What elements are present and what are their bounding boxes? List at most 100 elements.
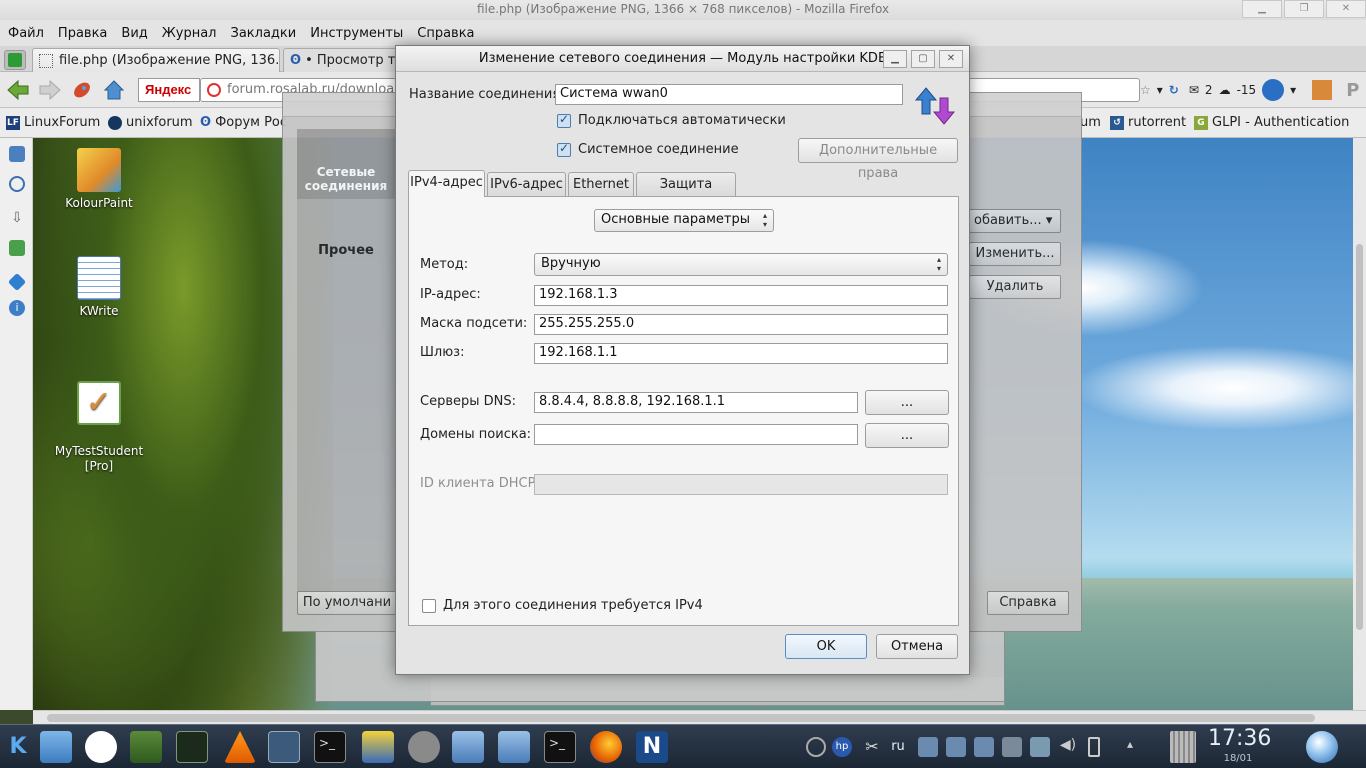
domains-edit-button[interactable]: ... xyxy=(865,423,949,448)
require-ipv4-checkbox[interactable] xyxy=(422,599,436,613)
mail-icon[interactable]: ✉ xyxy=(1189,83,1199,97)
keyboard-layout[interactable]: ru xyxy=(888,737,908,757)
tab-ipv6[interactable]: IPv6-адрес xyxy=(487,172,566,197)
settings-icon[interactable] xyxy=(408,731,440,763)
auto-connect-checkbox[interactable] xyxy=(557,112,571,128)
category-network-connections[interactable]: Сетевые соединения xyxy=(297,129,395,199)
edit-connection-button[interactable]: Изменить... xyxy=(969,242,1061,266)
tab-file-php[interactable]: file.php (Изображение PNG, 136... ✕ xyxy=(32,48,280,72)
archive-icon[interactable] xyxy=(452,731,484,763)
ip-address-input[interactable]: 192.168.1.3 xyxy=(534,285,948,306)
dropdown-icon[interactable]: ▾ xyxy=(1157,83,1163,97)
vertical-scrollbar[interactable] xyxy=(1353,138,1366,710)
ok-button[interactable]: OK xyxy=(785,634,867,659)
netmask-input[interactable]: 255.255.255.0 xyxy=(534,314,948,335)
network-2-icon[interactable] xyxy=(1002,737,1022,757)
dhcp-client-id-input[interactable] xyxy=(534,474,948,495)
tab-802-1x[interactable]: Защита 802.1x xyxy=(636,172,736,215)
add-connection-button[interactable]: обавить... ▾ xyxy=(969,209,1061,233)
method-select[interactable]: Вручную xyxy=(534,253,948,276)
addons-icon[interactable] xyxy=(9,240,25,256)
app-n-icon[interactable]: N xyxy=(636,731,668,763)
forward-arrow-icon[interactable] xyxy=(38,78,62,102)
system-connection-checkbox[interactable] xyxy=(557,141,571,157)
reload-icon[interactable]: ↻ xyxy=(1169,83,1179,97)
cancel-button[interactable]: Отмена xyxy=(876,634,958,659)
extra-rights-button[interactable]: Дополнительные права xyxy=(798,138,958,181)
back-arrow-icon[interactable] xyxy=(6,78,30,102)
help-button[interactable]: Справка xyxy=(987,591,1069,615)
hp-printer-icon[interactable]: hp xyxy=(832,737,852,757)
menu-tools[interactable]: Инструменты xyxy=(310,26,403,41)
history-icon[interactable] xyxy=(9,176,25,192)
pinned-tab[interactable] xyxy=(4,50,26,70)
dialog-maximize-button[interactable]: ▢ xyxy=(911,50,935,68)
network-3-icon[interactable] xyxy=(1030,737,1050,757)
clock[interactable]: 17:36 18/01 xyxy=(1208,725,1271,765)
delete-connection-button[interactable]: Удалить xyxy=(969,275,1061,299)
menu-bookmarks[interactable]: Закладки xyxy=(231,26,297,41)
network-tool-icon[interactable] xyxy=(362,731,394,763)
network-icon[interactable] xyxy=(974,737,994,757)
tab-preview[interactable]: ʘ • Просмотр те xyxy=(283,48,398,72)
terminal-icon[interactable]: >_ xyxy=(314,731,346,763)
boot-icon[interactable] xyxy=(85,731,117,763)
tab-ipv4[interactable]: IPv4-адрес xyxy=(408,170,485,197)
battery-icon[interactable] xyxy=(1088,737,1100,757)
menu-history[interactable]: Журнал xyxy=(162,26,217,41)
bookmark-glpi[interactable]: G GLPI - Authentication xyxy=(1194,115,1349,130)
tools-icon[interactable] xyxy=(7,272,27,292)
bookmark-star-icon[interactable]: ☆ xyxy=(1140,83,1151,97)
trash-icon[interactable] xyxy=(1170,731,1196,763)
file-manager-icon[interactable] xyxy=(40,731,72,763)
mode-select[interactable]: Основные параметры xyxy=(594,209,774,232)
network-disconnected-2-icon[interactable] xyxy=(946,737,966,757)
search-domains-input[interactable] xyxy=(534,424,858,445)
bookmark-linuxforum[interactable]: LF LinuxForum xyxy=(6,115,100,130)
kde-menu-icon[interactable]: K xyxy=(2,731,34,763)
menu-view[interactable]: Вид xyxy=(121,26,147,41)
menu-help[interactable]: Справка xyxy=(417,26,474,41)
network-monitor-icon[interactable] xyxy=(268,731,300,763)
bookmark-rutorrent[interactable]: ↺ rutorrent xyxy=(1110,115,1186,130)
disk-icon[interactable] xyxy=(498,731,530,763)
kde-activities-icon[interactable] xyxy=(1306,731,1338,763)
maximize-button[interactable]: ❐ xyxy=(1284,0,1324,18)
bookmark-add-icon[interactable] xyxy=(9,146,25,162)
weather-icon[interactable]: ☁ xyxy=(1219,83,1231,97)
dialog-minimize-button[interactable]: ▁ xyxy=(883,50,907,68)
bookmark-unixforum[interactable]: unixforum xyxy=(108,115,193,130)
horizontal-scrollbar[interactable] xyxy=(33,710,1366,724)
paint-addon-icon[interactable] xyxy=(1312,80,1333,100)
dropdown-icon[interactable]: ▾ xyxy=(1290,83,1296,97)
tab-ethernet[interactable]: Ethernet xyxy=(568,172,634,197)
defaults-button[interactable]: По умолчани xyxy=(297,591,397,615)
info-icon[interactable]: i xyxy=(9,300,25,316)
update-icon[interactable] xyxy=(806,737,826,757)
connection-name-input[interactable]: Система wwan0 xyxy=(555,84,903,105)
bookmark-um[interactable]: um xyxy=(1080,115,1101,130)
scissors-icon[interactable]: ✂ xyxy=(862,737,882,757)
video-player-icon[interactable] xyxy=(130,731,162,763)
search-engine-button[interactable]: Яндекс xyxy=(138,78,200,102)
vlc-icon[interactable] xyxy=(224,731,256,763)
dns-edit-button[interactable]: ... xyxy=(865,390,949,415)
bookmark-rosa-forum[interactable]: ʘ Форум Рос xyxy=(200,115,287,130)
close-window-button[interactable]: ✕ xyxy=(1326,0,1366,18)
home-icon[interactable] xyxy=(102,78,126,102)
menu-file[interactable]: Файл xyxy=(8,26,44,41)
gateway-input[interactable]: 192.168.1.1 xyxy=(534,343,948,364)
system-monitor-icon[interactable] xyxy=(176,731,208,763)
menu-edit[interactable]: Правка xyxy=(58,26,107,41)
addon-icon[interactable] xyxy=(1262,79,1285,101)
dns-servers-input[interactable]: 8.8.4.4, 8.8.8.8, 192.168.1.1 xyxy=(534,392,858,413)
category-other[interactable]: Прочее xyxy=(297,199,395,258)
horizontal-scroll-thumb[interactable] xyxy=(47,714,1315,722)
network-disconnected-icon[interactable] xyxy=(918,737,938,757)
desktop-icon-kolourpaint[interactable]: KolourPaint xyxy=(44,148,154,210)
firefox-icon[interactable] xyxy=(590,731,622,763)
dialog-close-button[interactable]: ✕ xyxy=(939,50,963,68)
download-icon[interactable]: ⇩ xyxy=(9,210,25,226)
desktop-icon-myteststudent[interactable]: ✓ MyTestStudent [Pro] xyxy=(44,366,154,474)
terminal-2-icon[interactable]: >_ xyxy=(544,731,576,763)
